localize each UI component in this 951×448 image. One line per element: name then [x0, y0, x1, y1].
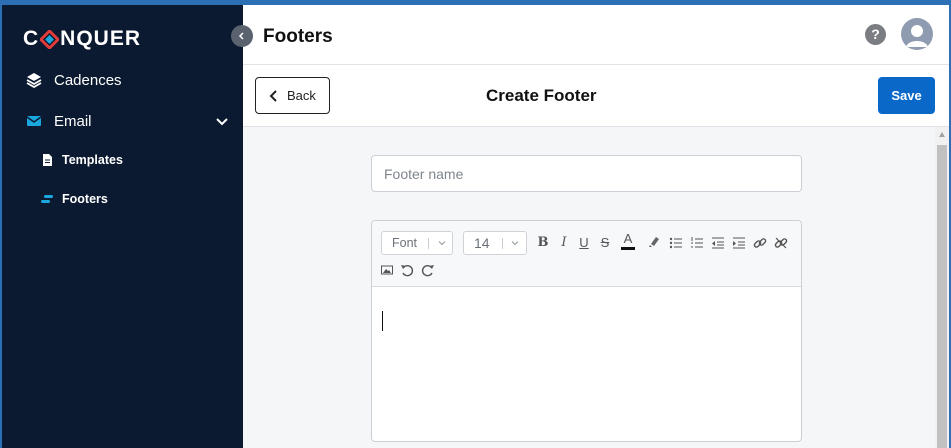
numbered-list-icon[interactable] [690, 236, 704, 250]
back-button[interactable]: Back [255, 77, 330, 114]
conquer-logo[interactable]: C NQUER [23, 27, 141, 51]
avatar[interactable] [901, 18, 933, 50]
sidebar-item-label: Templates [62, 153, 123, 167]
editor-toolbar: Font 14 B I U S A [372, 221, 801, 287]
font-size-value: 14 [474, 235, 490, 251]
layers-icon [26, 72, 42, 89]
bold-icon[interactable]: B [536, 236, 550, 250]
chevron-left-icon [238, 32, 244, 40]
chevron-left-icon [269, 89, 277, 102]
link-icon[interactable] [753, 236, 767, 250]
sidebar-item-label: Cadences [54, 71, 122, 89]
sidebar-item-footers[interactable]: Footers [2, 189, 243, 209]
editor-content-area[interactable] [372, 287, 801, 441]
save-button[interactable]: Save [878, 77, 935, 114]
user-icon [906, 25, 928, 47]
help-icon[interactable]: ? [865, 24, 886, 45]
text-caret [382, 311, 383, 331]
footer-icon [40, 192, 54, 206]
sidebar-item-email[interactable]: Email [2, 109, 243, 133]
bullet-list-icon[interactable] [669, 236, 683, 250]
top-header: Footers ? [243, 5, 949, 65]
undo-icon[interactable] [400, 263, 414, 277]
page-title: Footers [263, 26, 333, 47]
back-button-label: Back [287, 88, 316, 103]
create-footer-title: Create Footer [486, 86, 597, 105]
logo-mark-icon [39, 28, 61, 50]
collapse-sidebar-button[interactable] [231, 25, 253, 47]
sidebar-item-templates[interactable]: Templates [2, 150, 243, 170]
italic-icon[interactable]: I [557, 236, 571, 250]
logo-text-right: NQUER [60, 27, 142, 50]
indent-icon[interactable] [732, 236, 746, 250]
document-icon [40, 153, 54, 167]
scrollbar-thumb[interactable] [937, 145, 947, 448]
strikethrough-icon[interactable]: S [598, 236, 612, 250]
sidebar: C NQUER Cadences Email Templates Footers [2, 5, 243, 448]
redo-icon[interactable] [421, 263, 435, 277]
sidebar-item-label: Email [54, 112, 92, 130]
footer-name-input[interactable] [371, 155, 802, 192]
underline-icon[interactable]: U [577, 236, 591, 250]
envelope-icon [26, 113, 42, 129]
text-color-icon[interactable]: A [621, 232, 635, 250]
image-icon[interactable] [380, 264, 394, 278]
font-size-select[interactable]: 14 [463, 231, 527, 255]
rich-text-editor: Font 14 B I U S A [371, 220, 802, 442]
sidebar-item-label: Footers [62, 192, 108, 206]
chevron-down-icon[interactable] [215, 115, 229, 127]
sub-header: Back Create Footer Save [243, 65, 949, 127]
chevron-down-icon [438, 241, 446, 246]
outdent-icon[interactable] [711, 236, 725, 250]
chevron-down-icon [511, 241, 519, 246]
main-content: Font 14 B I U S A [243, 127, 935, 448]
app-window: C NQUER Cadences Email Templates Footers… [2, 5, 949, 448]
font-select[interactable]: Font [381, 231, 453, 255]
unlink-icon[interactable] [774, 236, 788, 250]
font-select-value: Font [392, 236, 418, 250]
sidebar-item-cadences[interactable]: Cadences [2, 68, 243, 92]
page-scrollbar[interactable] [935, 127, 949, 448]
scroll-up-arrow-icon[interactable] [938, 131, 946, 139]
logo-text-left: C [23, 27, 40, 50]
text-color-label: A [623, 231, 633, 246]
highlight-icon[interactable] [647, 235, 661, 249]
